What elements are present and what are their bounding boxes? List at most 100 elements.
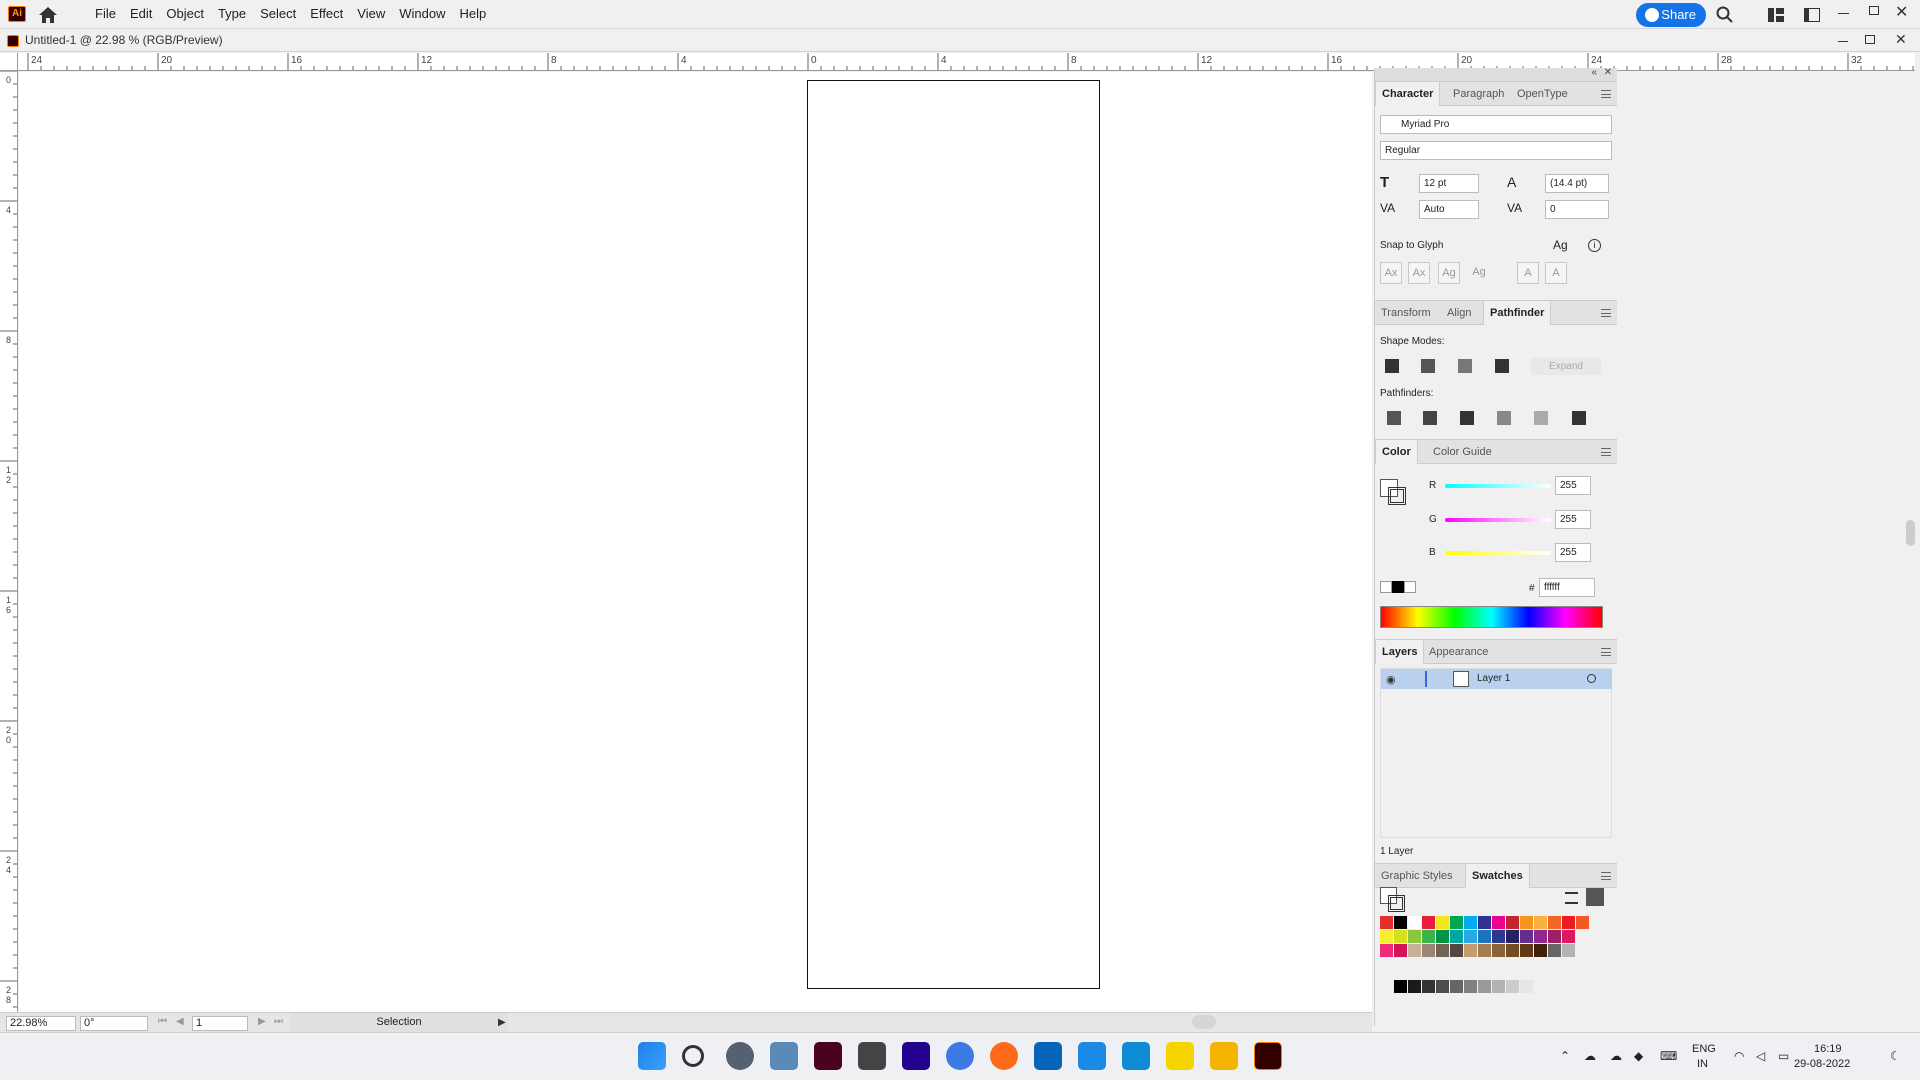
none-color-icon[interactable] [1380, 581, 1392, 593]
color-swatch[interactable] [1548, 916, 1561, 929]
start-icon[interactable] [638, 1042, 666, 1070]
color-swatch[interactable] [1436, 944, 1449, 957]
color-swatch[interactable] [1576, 916, 1589, 929]
red-slider[interactable] [1445, 484, 1551, 488]
color-swatch[interactable] [1422, 930, 1435, 943]
photos-icon[interactable] [770, 1042, 798, 1070]
trim-icon[interactable] [1423, 411, 1437, 425]
white-color-swatch[interactable] [1404, 581, 1416, 593]
color-swatch[interactable] [1394, 930, 1407, 943]
gray-swatch[interactable] [1478, 980, 1491, 993]
panel-menu-icon[interactable] [1601, 90, 1611, 98]
color-swatch[interactable] [1562, 916, 1575, 929]
notification-icon[interactable]: ☾ [1890, 1049, 1901, 1063]
gray-swatch[interactable] [1394, 980, 1407, 993]
vertical-ruler[interactable]: 0481216202428 [0, 71, 18, 1012]
doc-close-icon[interactable]: ✕ [1895, 31, 1907, 48]
minimize-icon[interactable] [1838, 13, 1849, 14]
language-indicator[interactable]: ENG [1692, 1043, 1716, 1055]
color-swatch[interactable] [1506, 916, 1519, 929]
zoom-field[interactable]: 22.98% [6, 1016, 76, 1031]
tab-swatches[interactable]: Swatches [1465, 864, 1530, 888]
color-swatch[interactable] [1562, 944, 1575, 957]
color-swatch[interactable] [1380, 916, 1393, 929]
media-icon[interactable] [858, 1042, 886, 1070]
minus-front-icon[interactable] [1421, 359, 1435, 373]
tray-chevron-icon[interactable]: ⌃ [1560, 1049, 1570, 1063]
snap-anchor-icon[interactable]: A [1545, 262, 1567, 284]
color-swatch[interactable] [1450, 944, 1463, 957]
menu-effect[interactable]: Effect [303, 0, 350, 28]
color-swatch[interactable] [1548, 944, 1561, 957]
tab-layers[interactable]: Layers [1375, 640, 1425, 664]
color-swatch[interactable] [1394, 944, 1407, 957]
artboard-number-field[interactable]: 1 [192, 1016, 248, 1031]
black-color-swatch[interactable] [1392, 581, 1404, 593]
color-swatch[interactable] [1436, 930, 1449, 943]
color-swatch[interactable] [1506, 930, 1519, 943]
color-swatch[interactable] [1422, 916, 1435, 929]
search-icon[interactable] [1716, 6, 1734, 24]
font-style-field[interactable]: Regular [1380, 141, 1612, 160]
horizontal-ruler[interactable]: 24 20 16 12 8 4 0 4 8 12 16 20 24 28 32 [0, 53, 1915, 71]
wifi-icon[interactable]: ◠ [1734, 1049, 1744, 1063]
search-taskbar-icon[interactable] [682, 1045, 704, 1067]
kerning-field[interactable]: Auto [1419, 200, 1479, 219]
crop-icon[interactable] [1497, 411, 1511, 425]
blue-slider[interactable] [1445, 551, 1551, 555]
dock-close-icon[interactable]: ✕ [1604, 67, 1612, 78]
green-value-field[interactable]: 255 [1555, 510, 1591, 529]
color-swatch[interactable] [1464, 930, 1477, 943]
tab-pathfinder[interactable]: Pathfinder [1483, 301, 1552, 325]
clock-date[interactable]: 29-08-2022 [1794, 1058, 1850, 1070]
region-indicator[interactable]: IN [1697, 1058, 1708, 1070]
merge-icon[interactable] [1460, 411, 1474, 425]
snap-angular-icon[interactable]: A [1517, 262, 1539, 284]
gray-swatch[interactable] [1408, 980, 1421, 993]
menu-type[interactable]: Type [211, 0, 253, 28]
gray-swatch[interactable] [1422, 980, 1435, 993]
tab-align[interactable]: Align [1441, 301, 1477, 325]
restore-icon[interactable] [1869, 6, 1879, 15]
color-swatch[interactable] [1394, 916, 1407, 929]
keyboard-icon[interactable]: ⌨ [1660, 1049, 1677, 1063]
color-swatch[interactable] [1380, 944, 1393, 957]
outline-icon[interactable] [1534, 411, 1548, 425]
panel-menu-icon[interactable] [1601, 648, 1611, 656]
home-icon[interactable] [38, 6, 58, 24]
battery-icon[interactable]: ▭ [1778, 1049, 1789, 1063]
mail-icon[interactable] [1078, 1042, 1106, 1070]
tab-paragraph[interactable]: Paragraph [1447, 82, 1510, 106]
tab-transform[interactable]: Transform [1375, 301, 1437, 325]
menu-file[interactable]: File [88, 0, 123, 28]
blue-value-field[interactable]: 255 [1555, 543, 1591, 562]
ruler-origin[interactable] [0, 53, 18, 71]
color-swatch[interactable] [1492, 944, 1505, 957]
volume-icon[interactable]: ◁ [1756, 1049, 1765, 1063]
grid-view-icon[interactable] [1586, 888, 1604, 906]
next-artboard-icon[interactable]: ▶ [258, 1016, 266, 1027]
color-swatch[interactable] [1520, 944, 1533, 957]
font-family-field[interactable]: Myriad Pro [1380, 115, 1612, 134]
color-swatch[interactable] [1534, 930, 1547, 943]
gray-swatch[interactable] [1464, 980, 1477, 993]
snap-baseline-icon[interactable]: Ax [1380, 262, 1402, 284]
stroke-swatch[interactable] [1388, 487, 1406, 505]
hex-field[interactable]: ffffff [1539, 578, 1595, 597]
color-swatch[interactable] [1506, 944, 1519, 957]
color-spectrum[interactable] [1380, 606, 1603, 628]
vertical-scrollbar[interactable] [1896, 72, 1920, 1012]
horizontal-scroll-thumb[interactable] [1192, 1015, 1216, 1029]
defender-icon[interactable]: ◆ [1634, 1049, 1643, 1063]
panel-menu-icon[interactable] [1601, 309, 1611, 317]
doc-minimize-icon[interactable] [1838, 41, 1848, 42]
prev-artboard-icon[interactable]: ◀ [176, 1016, 184, 1027]
chat-icon[interactable] [946, 1042, 974, 1070]
target-icon[interactable] [1587, 674, 1596, 683]
firefox-icon[interactable] [990, 1042, 1018, 1070]
onedrive-icon[interactable]: ☁ [1610, 1049, 1622, 1063]
tab-character[interactable]: Character [1375, 82, 1441, 106]
exclude-icon[interactable] [1495, 359, 1509, 373]
gray-swatch[interactable] [1436, 980, 1449, 993]
gray-swatch[interactable] [1506, 980, 1519, 993]
